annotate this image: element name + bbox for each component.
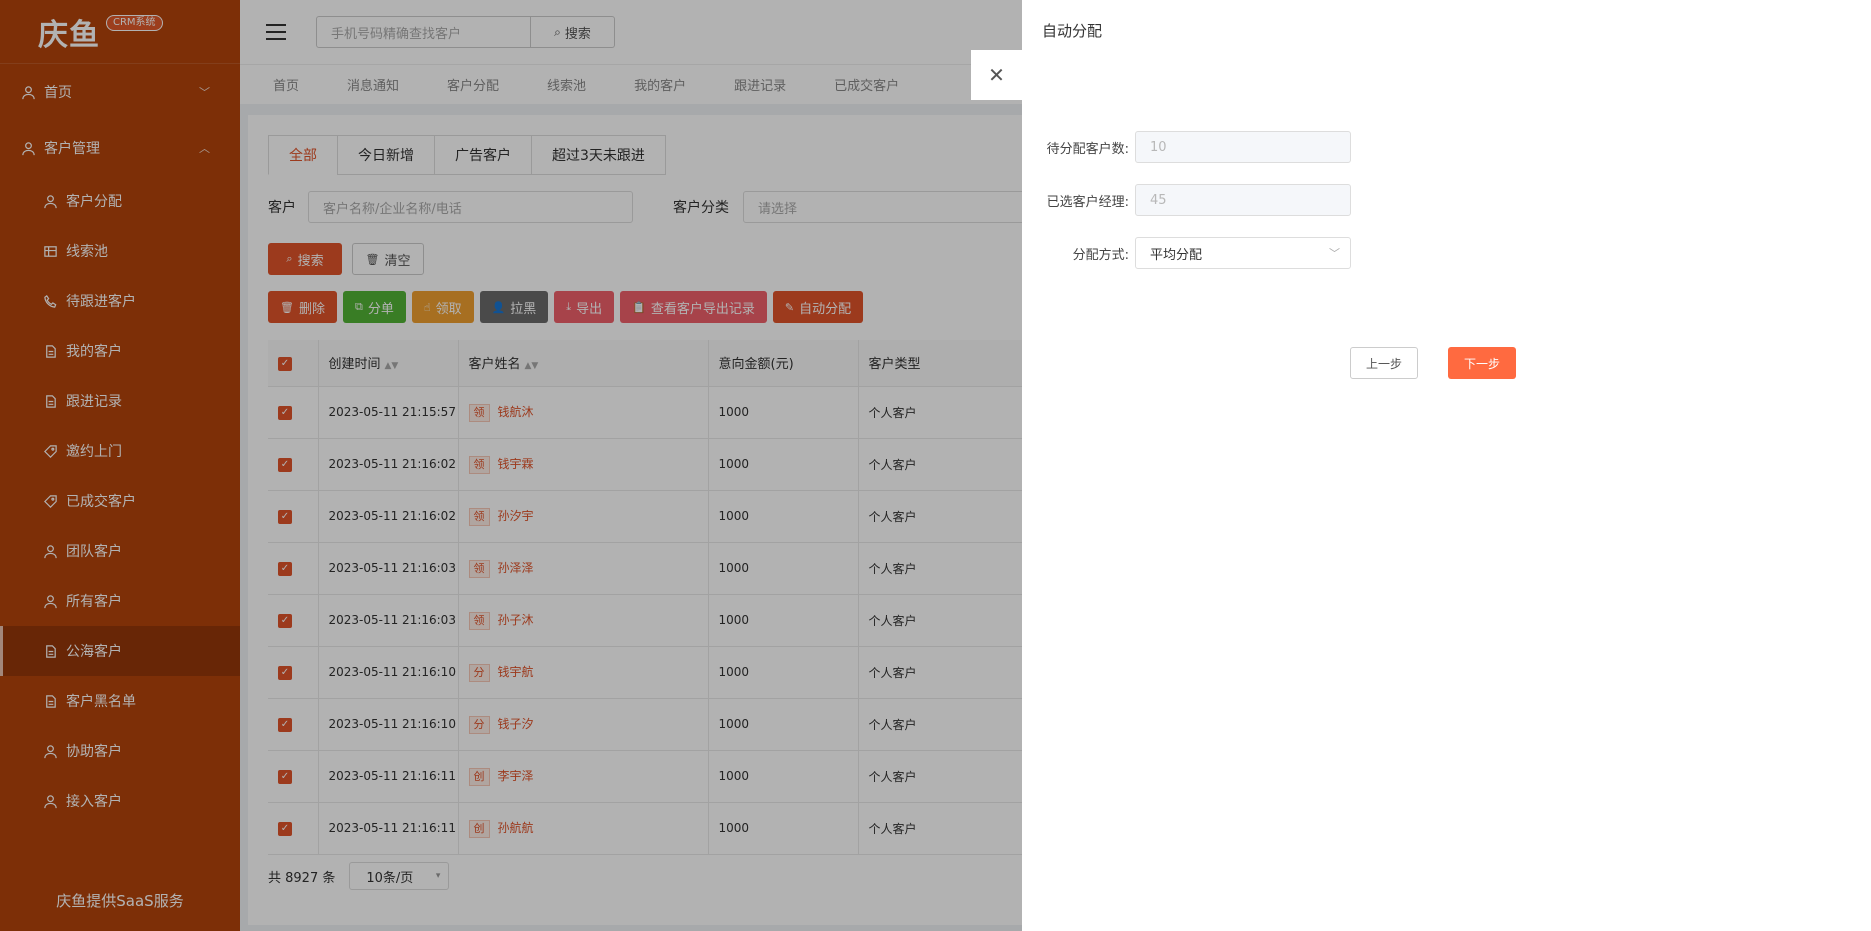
form-row-0: 待分配客户数: 10 [1022, 131, 1351, 163]
auto-assign-drawer: 自动分配 待分配客户数: 10 已选客户经理: 45 分配方式: 平均分配 ﹀ 上一步 下一… [1022, 0, 1871, 931]
form-row-1: 已选客户经理: 45 [1022, 184, 1351, 216]
drawer-title: 自动分配 [1042, 22, 1103, 40]
close-icon: ✕ [988, 63, 1005, 87]
readonly-field: 10 [1135, 131, 1351, 163]
readonly-field: 45 [1135, 184, 1351, 216]
chevron-down-icon: ﹀ [1329, 247, 1340, 260]
prev-step-button[interactable]: 上一步 [1350, 347, 1418, 379]
form-label: 待分配客户数: [1046, 141, 1129, 157]
form-row-2: 分配方式: 平均分配 ﹀ [1022, 237, 1351, 269]
next-step-button[interactable]: 下一步 [1448, 347, 1516, 379]
form-label: 分配方式: [1072, 247, 1129, 263]
close-drawer-button[interactable]: ✕ [971, 50, 1022, 100]
assign-method-select[interactable]: 平均分配 ﹀ [1135, 237, 1351, 269]
assign-method-value: 平均分配 [1150, 247, 1203, 263]
form-label: 已选客户经理: [1046, 194, 1129, 210]
